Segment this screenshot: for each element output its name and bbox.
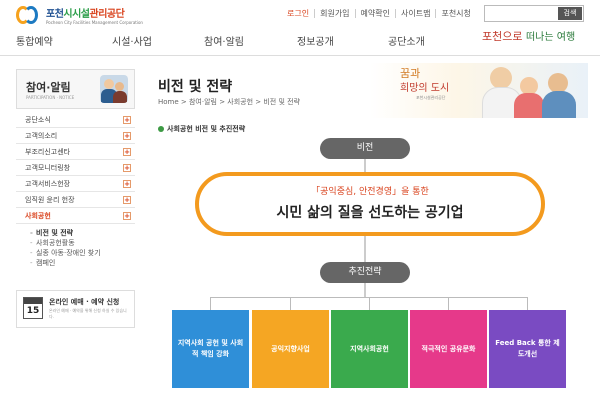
- strategy-box-5: Feed Back 통한 제도개선: [489, 310, 566, 388]
- expand-icon[interactable]: +: [123, 164, 131, 172]
- utility-links: 로그인 회원가입 예약확인 사이트맵 포천시청: [282, 9, 476, 18]
- expand-icon[interactable]: +: [123, 132, 131, 140]
- sidebar-item-label: 부조리신고센타: [25, 148, 71, 156]
- connector-line: [364, 236, 366, 263]
- connector-line: [290, 297, 291, 310]
- strategy-box-2: 공익지향사업: [252, 310, 329, 388]
- vision-main-text: 시민 삶의 질을 선도하는 공기업: [276, 205, 464, 221]
- sidebar-item-label: 고객모니터링창: [25, 164, 71, 172]
- submenu-item-activities[interactable]: 사회공헌활동: [16, 238, 135, 248]
- sidebar-item-label: 임직원 윤리 헌장: [25, 196, 75, 204]
- tourism-slogan[interactable]: 포천으로 떠나는 여행: [482, 28, 575, 44]
- calendar-icon: 15: [23, 297, 43, 319]
- online-reservation-banner[interactable]: 15 온라인 예매 · 예약 신청 온라인 예매 · 예약을 위해 신청 하실 …: [16, 290, 135, 328]
- logo-icon: [16, 4, 42, 26]
- sidebar-item-social-contribution[interactable]: 사회공헌 +: [16, 208, 135, 224]
- online-reservation-desc: 온라인 예매 · 예약을 위해 신청 하실 수 있습니다.: [49, 308, 127, 319]
- submenu-item-campaign[interactable]: 캠페인: [16, 258, 135, 268]
- expand-icon[interactable]: +: [123, 180, 131, 188]
- signup-link[interactable]: 회원가입: [314, 9, 354, 18]
- brand-name: 포천시시설관리공단: [46, 5, 143, 20]
- search-button[interactable]: 검색: [558, 7, 582, 20]
- strategy-text: Feed Back 통한 제도개선: [495, 339, 560, 358]
- sidebar-item-label: 공단소식: [25, 116, 51, 124]
- connector-line: [369, 297, 370, 310]
- logo[interactable]: 포천시시설관리공단 Pocheon City Facilities Manage…: [16, 4, 143, 26]
- calendar-day: 15: [26, 306, 40, 316]
- section-heading-text: 사회공헌 비전 및 추진전략: [167, 125, 246, 133]
- connector-line: [364, 159, 366, 173]
- connector-line: [527, 297, 528, 310]
- page-title: 비전 및 전략: [158, 79, 233, 95]
- reservation-check-link[interactable]: 예약확인: [354, 9, 395, 18]
- header-divider: [0, 55, 600, 56]
- sidebar-submenu: 비전 및 전략 사회공헌활동 실종 아동·장애인 찾기 캠페인: [16, 228, 135, 268]
- slogan-line2: 떠나는 여행: [525, 32, 576, 43]
- sidebar-item-customer-voice[interactable]: 고객의소리 +: [16, 128, 135, 144]
- sidebar-item-label: 고객의소리: [25, 132, 58, 140]
- sidebar-subtitle: PARTICIPATION · NOTICE: [26, 95, 75, 100]
- sidebar-item-corruption-report[interactable]: 부조리신고센타 +: [16, 144, 135, 160]
- nav-participation[interactable]: 참여·알림: [204, 33, 244, 48]
- banner-line3: 포천시설관리공단: [416, 95, 446, 100]
- nav-integrated-reservation[interactable]: 통합예약: [16, 33, 53, 48]
- nav-facilities[interactable]: 시설·사업: [112, 33, 152, 48]
- sidebar-item-service-charter[interactable]: 고객서비스헌장 +: [16, 176, 135, 192]
- breadcrumb: Home > 참여·알림 > 사회공헌 > 비전 및 전략: [158, 98, 301, 106]
- sidebar-item-label: 사회공헌: [25, 212, 51, 220]
- online-reservation-title: 온라인 예매 · 예약 신청: [49, 298, 120, 306]
- vision-statement: 「공익중심, 안전경영」을 통한 시민 삶의 질을 선도하는 공기업: [195, 172, 545, 236]
- city-banner: 꿈과 희망의 도시 포천시설관리공단: [370, 63, 588, 118]
- strategy-text: 지역사회 공헌 및 사회적 책임 강화: [177, 339, 244, 358]
- sidebar-menu: 공단소식 + 고객의소리 + 부조리신고센타 + 고객모니터링창 + 고객서비스헌장 + …: [16, 112, 135, 224]
- bullet-icon: [158, 126, 164, 132]
- strategy-text: 지역사회공헌: [350, 344, 389, 353]
- section-heading: 사회공헌 비전 및 추진전략: [158, 124, 245, 134]
- sitemap-link[interactable]: 사이트맵: [395, 9, 435, 18]
- expand-icon[interactable]: +: [123, 212, 131, 220]
- submenu-item-missing-search[interactable]: 실종 아동·장애인 찾기: [16, 248, 135, 258]
- sidebar-header: 참여·알림 PARTICIPATION · NOTICE: [16, 69, 135, 109]
- strategy-box-4: 적극적인 공유문화: [410, 310, 487, 388]
- vision-subtext: 「공익중심, 안전경영」을 통한: [311, 187, 429, 197]
- brand-name-part3: 관리공단: [89, 9, 125, 20]
- sidebar-title: 참여·알림: [26, 81, 71, 94]
- city-hall-link[interactable]: 포천시청: [435, 9, 475, 18]
- sidebar-item-ethics-charter[interactable]: 임직원 윤리 헌장 +: [16, 192, 135, 208]
- expand-icon[interactable]: +: [123, 196, 131, 204]
- strategy-text: 공익지향사업: [271, 344, 310, 353]
- brand-name-part2: 시시설: [63, 9, 90, 20]
- connector-line: [210, 297, 211, 310]
- slogan-line1: 포천으로: [482, 30, 523, 43]
- sidebar-item-monitoring[interactable]: 고객모니터링창 +: [16, 160, 135, 176]
- connector-line: [448, 297, 449, 310]
- connector-line: [364, 283, 366, 297]
- submenu-item-vision[interactable]: 비전 및 전략: [16, 228, 135, 238]
- brand-name-part1: 포천: [46, 9, 64, 20]
- people-illustration: [100, 75, 128, 103]
- strategy-label: 추진전략: [320, 262, 410, 283]
- nav-disclosure[interactable]: 정보공개: [297, 33, 334, 48]
- nav-about[interactable]: 공단소개: [388, 33, 425, 48]
- strategy-box-3: 지역사회공헌: [331, 310, 408, 388]
- search-input[interactable]: 검색: [484, 5, 584, 22]
- sidebar-item-label: 고객서비스헌장: [25, 180, 71, 188]
- brand-subtitle: Pocheon City Facilities Management Corpo…: [46, 20, 143, 25]
- sidebar-item-news[interactable]: 공단소식 +: [16, 112, 135, 128]
- strategy-text: 적극적인 공유문화: [421, 344, 476, 353]
- strategy-box-1: 지역사회 공헌 및 사회적 책임 강화: [172, 310, 249, 388]
- expand-icon[interactable]: +: [123, 116, 131, 124]
- login-link[interactable]: 로그인: [282, 9, 314, 18]
- banner-line2: 희망의 도시: [400, 83, 450, 94]
- expand-icon[interactable]: +: [123, 148, 131, 156]
- vision-label: 비전: [320, 138, 410, 159]
